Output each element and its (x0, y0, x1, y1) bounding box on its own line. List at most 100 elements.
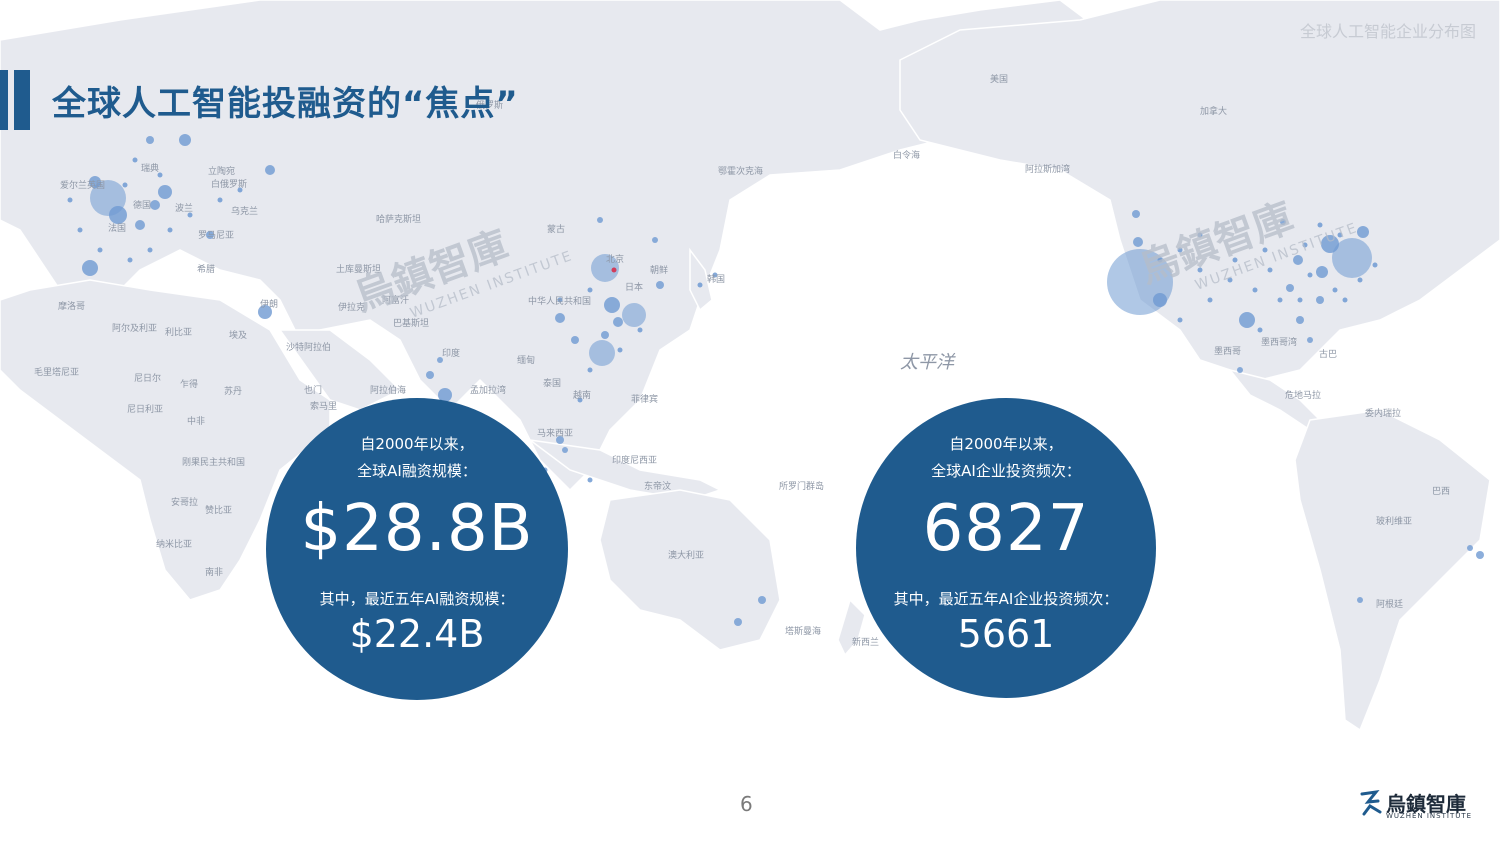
map-label: 鄂霍次克海 (718, 165, 763, 177)
map-label: 罗马尼亚 (198, 230, 234, 241)
company-dot (1296, 316, 1304, 324)
company-dot (1316, 266, 1328, 278)
title-accent-bar (14, 70, 30, 130)
map-label: 也门 (304, 384, 322, 396)
company-dot (613, 317, 623, 327)
map-label: 白令海 (893, 149, 920, 161)
map-label: 爱尔兰 (60, 179, 87, 191)
stat-big-value: $28.8B (300, 492, 534, 566)
map-label: 赞比亚 (205, 504, 232, 516)
company-dot (622, 303, 646, 327)
company-dot (1239, 312, 1255, 328)
company-dot (734, 618, 742, 626)
map-label: 印度尼西亚 (612, 454, 657, 466)
map-label: 法国 (108, 222, 126, 234)
company-dot (587, 287, 593, 293)
map-label: 危地马拉 (1285, 389, 1321, 401)
map-label: 尼日尔 (134, 372, 161, 384)
city-marker-icon (611, 267, 617, 273)
map-label: 哈萨克斯坦 (376, 213, 421, 225)
company-dot (426, 371, 434, 379)
company-dot (1476, 551, 1484, 559)
company-dot (656, 281, 664, 289)
company-dot (1307, 337, 1313, 343)
company-dot (1286, 284, 1294, 292)
map-label: 德国 (133, 199, 151, 211)
map-label: 立陶宛 (208, 165, 235, 177)
map-label: 缅甸 (517, 354, 535, 366)
company-dot (97, 247, 103, 253)
map-label: 利比亚 (165, 326, 192, 338)
map-label: 澳大利亚 (668, 549, 704, 561)
map-label: 墨西哥湾 (1261, 336, 1297, 348)
company-dot (217, 197, 223, 203)
company-dot (1307, 272, 1313, 278)
map-label: 东帝汶 (644, 480, 671, 492)
map-label: 越南 (573, 389, 591, 401)
company-dot (555, 313, 565, 323)
map-label: 阿根廷 (1376, 598, 1403, 610)
map-label: 北京 (606, 253, 624, 265)
map-label: 沙特阿拉伯 (286, 341, 331, 353)
company-dot (1467, 545, 1473, 551)
company-dot (109, 206, 127, 224)
company-dot (127, 257, 133, 263)
company-dot (587, 477, 593, 483)
company-dot (571, 336, 579, 344)
map-label: 苏丹 (224, 385, 242, 397)
company-dot (758, 596, 766, 604)
map-label: 英国 (87, 179, 105, 191)
company-dot (1357, 277, 1363, 283)
map-label: 朝鲜 (650, 264, 668, 276)
map-label: 安哥拉 (171, 496, 198, 508)
company-dot (67, 197, 73, 203)
company-dot (1237, 367, 1243, 373)
stat-small-value: 5661 (957, 612, 1055, 656)
map-label: 索马里 (310, 400, 337, 412)
company-dot (637, 327, 643, 333)
map-label: 中华人民共和国 (528, 295, 591, 307)
stat-line-3: 其中，最近五年AI融资规模： (319, 590, 515, 608)
company-dot (82, 260, 98, 276)
map-label: 摩洛哥 (58, 300, 85, 312)
map-label: 阿拉伯海 (370, 384, 406, 396)
map-label: 泰国 (543, 377, 561, 389)
brand-logo: 烏鎮智庫 WUZHEN INSTITUTE (1358, 786, 1473, 822)
map-label: 古巴 (1319, 348, 1337, 360)
stat-line-3: 其中，最近五年AI企业投资频次： (893, 590, 1119, 608)
map-label: 伊朗 (260, 298, 278, 310)
page-title: 全球人工智能投融资的“焦点” (52, 84, 519, 124)
page-number: 6 (740, 792, 753, 816)
company-dot (146, 136, 154, 144)
map-label: 所罗门群岛 (779, 480, 824, 492)
company-dot (1177, 317, 1183, 323)
map-label: 白俄罗斯 (211, 178, 247, 190)
company-dot (604, 297, 620, 313)
company-dot (1372, 262, 1378, 268)
map-label: 印度 (442, 347, 460, 359)
company-dot (167, 227, 173, 233)
company-dot (1332, 287, 1338, 293)
ocean-label-pacific: 太平洋 (900, 352, 956, 373)
company-dot (77, 227, 83, 233)
investment-count-circle: 自2000年以来， 全球AI企业投资频次： 6827 其中，最近五年AI企业投资… (856, 398, 1156, 698)
map-label: 孟加拉湾 (470, 384, 506, 396)
company-dot (150, 200, 160, 210)
company-dot (1207, 297, 1213, 303)
map-label: 墨西哥 (1214, 346, 1241, 357)
company-dot (587, 367, 593, 373)
map-label: 瑞典 (141, 162, 159, 174)
company-dot (1132, 210, 1140, 218)
company-dot (589, 340, 615, 366)
map-label: 阿拉斯加湾 (1025, 163, 1070, 175)
stat-line-2: 全球AI融资规模： (357, 462, 477, 480)
company-dot (617, 347, 623, 353)
logo-en: WUZHEN INSTITUTE (1386, 812, 1473, 820)
map-label: 纳米比亚 (156, 538, 192, 550)
map-label: 南非 (205, 566, 223, 578)
map-label: 波兰 (175, 202, 193, 214)
map-label: 韩国 (707, 273, 725, 285)
map-label: 希腊 (197, 263, 215, 275)
company-dot (147, 247, 153, 253)
map-label: 埃及 (229, 329, 247, 341)
